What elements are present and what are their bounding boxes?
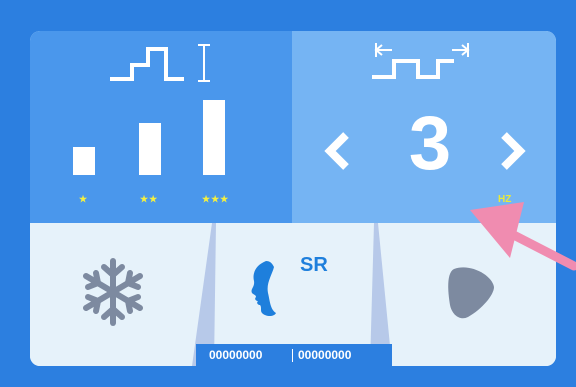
counter-left: 00000000 bbox=[209, 348, 263, 362]
counter-right: 00000000 bbox=[298, 348, 352, 362]
intensity-step-icon bbox=[110, 44, 210, 82]
frequency-increase-button[interactable] bbox=[498, 131, 528, 171]
face-profile-icon bbox=[251, 261, 276, 316]
mode-cooling-button[interactable] bbox=[30, 223, 202, 366]
intensity-level-3[interactable] bbox=[203, 100, 225, 175]
intensity-level-3-stars: ★★★ bbox=[202, 194, 230, 204]
device-panel: ★ ★★ ★★★ 3 HZ bbox=[30, 31, 556, 366]
frequency-decrease-button[interactable] bbox=[322, 131, 352, 171]
intensity-level-1-stars: ★ bbox=[79, 194, 89, 204]
chevron-left-icon bbox=[324, 132, 349, 170]
mode-sr-label: SR bbox=[300, 254, 328, 276]
intensity-level-2[interactable] bbox=[139, 123, 161, 175]
pointer-arrow-icon bbox=[470, 202, 576, 271]
pulse-width-icon bbox=[372, 43, 470, 79]
snowflake-icon bbox=[83, 258, 143, 326]
intensity-panel: ★ ★★ ★★★ bbox=[30, 31, 292, 223]
intensity-level-2-stars: ★★ bbox=[140, 194, 159, 204]
chevron-right-icon bbox=[501, 132, 526, 170]
counter-divider bbox=[292, 349, 293, 362]
intensity-level-1[interactable] bbox=[73, 147, 95, 175]
frequency-value: 3 bbox=[408, 101, 452, 186]
